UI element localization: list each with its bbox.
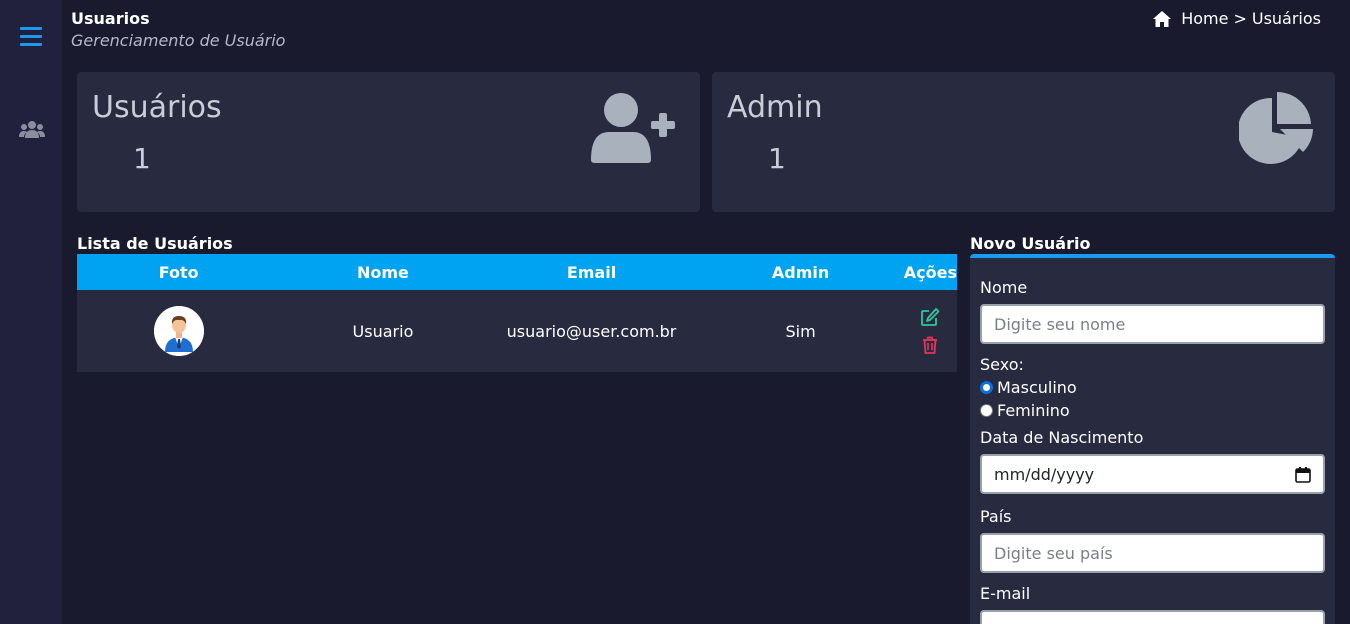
pie-chart-icon	[1239, 92, 1313, 164]
name-input[interactable]	[980, 304, 1325, 344]
table-row: Usuario usuario@user.com.br Sim	[77, 290, 957, 372]
avatar-icon	[153, 306, 204, 356]
edit-icon[interactable]	[920, 307, 940, 327]
birth-date-label: Data de Nascimento	[980, 428, 1144, 447]
user-admin-cell: Sim	[785, 321, 816, 341]
page-title: Usuarios	[71, 9, 150, 28]
email-label: E-mail	[980, 584, 1031, 603]
column-header-name: Nome	[357, 262, 409, 282]
name-label: Nome	[980, 278, 1028, 297]
breadcrumb: Home > Usuários	[1152, 9, 1321, 28]
home-icon	[1153, 10, 1172, 27]
users-table: Foto Nome Email Admin Ações Usuario usua…	[77, 254, 957, 372]
user-plus-icon	[591, 93, 675, 163]
birth-date-field[interactable]: mm/dd/yyyy	[980, 454, 1325, 494]
trash-icon[interactable]	[920, 335, 940, 355]
new-user-form: Nome Sexo: Masculino Feminino Data de Na…	[970, 254, 1335, 624]
radio-male[interactable]	[980, 381, 993, 394]
sex-label: Sexo:	[980, 355, 1024, 374]
country-input[interactable]	[980, 533, 1325, 573]
new-user-title: Novo Usuário	[970, 234, 1091, 253]
table-header-row: Foto Nome Email Admin Ações	[77, 254, 957, 290]
users-card-title: Usuários	[92, 90, 222, 125]
admin-card-count: 1	[768, 142, 786, 175]
users-card-count: 1	[133, 142, 151, 175]
column-header-actions: Ações	[903, 262, 957, 282]
admin-card: Admin 1	[712, 72, 1335, 212]
birth-date-value: mm/dd/yyyy	[994, 464, 1095, 484]
menu-icon[interactable]	[20, 27, 42, 47]
sex-option-male[interactable]: Masculino	[980, 378, 1077, 397]
calendar-icon[interactable]	[1295, 466, 1311, 483]
sex-option-female[interactable]: Feminino	[980, 401, 1070, 420]
admin-card-title: Admin	[727, 90, 823, 125]
user-email-cell: usuario@user.com.br	[506, 321, 677, 341]
sex-option-male-label: Masculino	[997, 378, 1077, 397]
column-header-email: Email	[566, 262, 617, 282]
radio-female[interactable]	[980, 404, 993, 417]
sex-option-female-label: Feminino	[997, 401, 1070, 420]
email-input[interactable]	[980, 610, 1325, 624]
user-list-title: Lista de Usuários	[77, 234, 233, 253]
users-icon[interactable]	[18, 119, 46, 141]
sidebar	[0, 0, 62, 624]
column-header-admin: Admin	[771, 262, 830, 282]
users-card: Usuários 1	[77, 72, 700, 212]
country-label: País	[980, 507, 1012, 526]
column-header-photo: Foto	[158, 262, 199, 282]
breadcrumb-separator: >	[1233, 9, 1247, 28]
breadcrumb-home[interactable]: Home	[1181, 9, 1228, 28]
user-name-cell: Usuario	[352, 321, 414, 341]
page-subtitle: Gerenciamento de Usuário	[71, 31, 286, 50]
breadcrumb-current: Usuários	[1251, 9, 1321, 28]
